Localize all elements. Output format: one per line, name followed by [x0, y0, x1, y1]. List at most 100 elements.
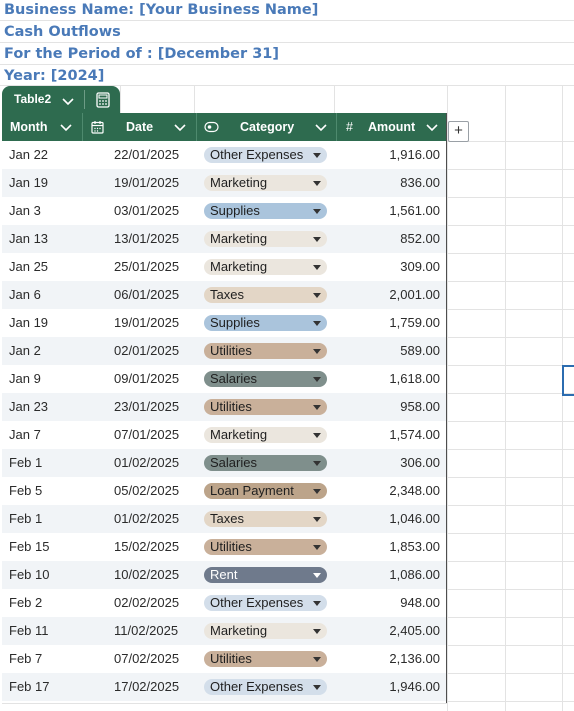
dropdown-arrow-icon[interactable]: [313, 265, 321, 270]
dropdown-arrow-icon[interactable]: [313, 405, 321, 410]
category-dropdown[interactable]: Other Expenses: [204, 595, 327, 611]
category-dropdown[interactable]: Supplies: [204, 203, 327, 219]
dropdown-arrow-icon[interactable]: [313, 349, 321, 354]
month-cell[interactable]: Jan 19: [9, 169, 48, 197]
month-cell[interactable]: Jan 2: [9, 337, 41, 365]
category-dropdown[interactable]: Marketing: [204, 623, 327, 639]
date-cell[interactable]: 19/01/2025: [114, 169, 179, 197]
category-dropdown[interactable]: Salaries: [204, 455, 327, 471]
category-dropdown[interactable]: Marketing: [204, 259, 327, 275]
amount-cell[interactable]: 2,348.00: [389, 477, 440, 505]
month-cell[interactable]: Feb 2: [9, 589, 42, 617]
dropdown-arrow-icon[interactable]: [313, 153, 321, 158]
category-dropdown[interactable]: Other Expenses: [204, 679, 327, 695]
month-cell[interactable]: Feb 7: [9, 645, 42, 673]
month-cell[interactable]: Feb 11: [9, 617, 49, 645]
amount-cell[interactable]: 1,046.00: [389, 505, 440, 533]
category-dropdown[interactable]: Utilities: [204, 651, 327, 667]
date-cell[interactable]: 01/02/2025: [114, 505, 179, 533]
dropdown-arrow-icon[interactable]: [313, 181, 321, 186]
date-cell[interactable]: 03/01/2025: [114, 197, 179, 225]
amount-cell[interactable]: 2,001.00: [389, 281, 440, 309]
date-cell[interactable]: 06/01/2025: [114, 281, 179, 309]
date-cell[interactable]: 02/02/2025: [114, 589, 179, 617]
category-dropdown[interactable]: Taxes: [204, 287, 327, 303]
date-cell[interactable]: 23/01/2025: [114, 393, 179, 421]
month-cell[interactable]: Jan 6: [9, 281, 41, 309]
category-dropdown[interactable]: Rent: [204, 567, 327, 583]
dropdown-arrow-icon[interactable]: [313, 629, 321, 634]
month-cell[interactable]: Jan 25: [9, 253, 48, 281]
dropdown-arrow-icon[interactable]: [313, 573, 321, 578]
column-header-month[interactable]: Month: [2, 113, 82, 141]
column-header-category[interactable]: Category: [197, 113, 336, 141]
month-cell[interactable]: Feb 15: [9, 533, 49, 561]
month-cell[interactable]: Jan 13: [9, 225, 48, 253]
amount-cell[interactable]: 958.00: [400, 393, 440, 421]
category-dropdown[interactable]: Marketing: [204, 231, 327, 247]
dropdown-arrow-icon[interactable]: [313, 377, 321, 382]
column-header-date[interactable]: Date: [83, 113, 196, 141]
category-dropdown[interactable]: Utilities: [204, 539, 327, 555]
category-dropdown[interactable]: Marketing: [204, 427, 327, 443]
month-cell[interactable]: Jan 19: [9, 309, 48, 337]
selected-cell[interactable]: [562, 365, 574, 396]
date-cell[interactable]: 15/02/2025: [114, 533, 179, 561]
month-cell[interactable]: Feb 10: [9, 561, 49, 589]
category-dropdown[interactable]: Loan Payment: [204, 483, 327, 499]
amount-cell[interactable]: 852.00: [400, 225, 440, 253]
date-cell[interactable]: 17/02/2025: [114, 673, 179, 701]
dropdown-arrow-icon[interactable]: [313, 209, 321, 214]
dropdown-arrow-icon[interactable]: [313, 461, 321, 466]
amount-cell[interactable]: 1,946.00: [389, 673, 440, 701]
amount-cell[interactable]: 306.00: [400, 449, 440, 477]
date-cell[interactable]: 22/01/2025: [114, 141, 179, 169]
date-cell[interactable]: 07/02/2025: [114, 645, 179, 673]
month-cell[interactable]: Feb 1: [9, 505, 42, 533]
amount-cell[interactable]: 1,759.00: [389, 309, 440, 337]
dropdown-arrow-icon[interactable]: [313, 685, 321, 690]
dropdown-arrow-icon[interactable]: [313, 657, 321, 662]
dropdown-arrow-icon[interactable]: [313, 237, 321, 242]
category-dropdown[interactable]: Taxes: [204, 511, 327, 527]
category-dropdown[interactable]: Supplies: [204, 315, 327, 331]
amount-cell[interactable]: 309.00: [400, 253, 440, 281]
month-cell[interactable]: Feb 17: [9, 673, 49, 701]
month-cell[interactable]: Jan 3: [9, 197, 41, 225]
amount-cell[interactable]: 2,136.00: [389, 645, 440, 673]
date-cell[interactable]: 10/02/2025: [114, 561, 179, 589]
dropdown-arrow-icon[interactable]: [313, 433, 321, 438]
category-dropdown[interactable]: Salaries: [204, 371, 327, 387]
calculator-icon[interactable]: [95, 92, 111, 113]
date-cell[interactable]: 01/02/2025: [114, 449, 179, 477]
category-dropdown[interactable]: Utilities: [204, 399, 327, 415]
category-dropdown[interactable]: Other Expenses: [204, 147, 327, 163]
amount-cell[interactable]: 1,574.00: [389, 421, 440, 449]
chevron-down-icon[interactable]: [174, 123, 186, 132]
dropdown-arrow-icon[interactable]: [313, 601, 321, 606]
month-cell[interactable]: Jan 22: [9, 141, 48, 169]
month-cell[interactable]: Jan 9: [9, 365, 41, 393]
chevron-down-icon[interactable]: [62, 94, 74, 112]
date-cell[interactable]: 25/01/2025: [114, 253, 179, 281]
date-cell[interactable]: 07/01/2025: [114, 421, 179, 449]
date-cell[interactable]: 02/01/2025: [114, 337, 179, 365]
category-dropdown[interactable]: Utilities: [204, 343, 327, 359]
category-dropdown[interactable]: Marketing: [204, 175, 327, 191]
add-column-button[interactable]: +: [448, 121, 469, 142]
date-cell[interactable]: 09/01/2025: [114, 365, 179, 393]
table-name-tab[interactable]: Table2: [2, 86, 120, 113]
dropdown-arrow-icon[interactable]: [313, 545, 321, 550]
amount-cell[interactable]: 1,561.00: [389, 197, 440, 225]
month-cell[interactable]: Feb 1: [9, 449, 42, 477]
amount-cell[interactable]: 1,916.00: [389, 141, 440, 169]
amount-cell[interactable]: 2,405.00: [389, 617, 440, 645]
chevron-down-icon[interactable]: [60, 123, 72, 132]
month-cell[interactable]: Jan 7: [9, 421, 41, 449]
amount-cell[interactable]: 1,086.00: [389, 561, 440, 589]
amount-cell[interactable]: 1,618.00: [389, 365, 440, 393]
month-cell[interactable]: Feb 5: [9, 477, 42, 505]
date-cell[interactable]: 19/01/2025: [114, 309, 179, 337]
date-cell[interactable]: 11/02/2025: [114, 617, 178, 645]
date-cell[interactable]: 13/01/2025: [114, 225, 179, 253]
